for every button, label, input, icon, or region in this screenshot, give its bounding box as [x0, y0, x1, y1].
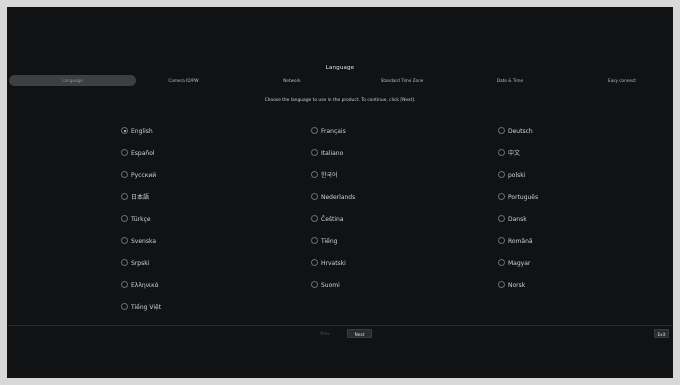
language-label: Italiano	[321, 150, 344, 157]
next-button[interactable]: Next	[347, 329, 372, 338]
language-option-turkish[interactable]: Türkçe	[121, 215, 151, 225]
language-label: Nederlands	[321, 194, 356, 201]
language-label: Русский	[131, 172, 157, 179]
language-option-russian[interactable]: Русский	[121, 171, 156, 181]
radio-icon	[498, 281, 505, 288]
radio-icon	[311, 281, 318, 288]
setup-wizard-screen: Language Language Camera ID/PW Network S…	[7, 7, 673, 378]
language-option-norwegian[interactable]: Norsk	[498, 281, 525, 291]
language-label: Română	[508, 238, 533, 245]
step-date-time[interactable]: Date & Time	[475, 75, 545, 86]
language-option-german[interactable]: Deutsch	[498, 127, 533, 137]
language-option-finnish[interactable]: Suomi	[311, 281, 340, 291]
language-option-danish[interactable]: Dansk	[498, 215, 527, 225]
radio-icon	[498, 237, 505, 244]
language-option-spanish[interactable]: Español	[121, 149, 155, 159]
radio-icon	[498, 171, 505, 178]
instruction-text: Choose the language to use in the produc…	[264, 98, 416, 103]
radio-selected-icon	[121, 127, 128, 134]
step-easy-connect[interactable]: Easy connect	[582, 75, 662, 86]
radio-icon	[311, 127, 318, 134]
language-label: Español	[131, 150, 155, 157]
radio-icon	[311, 215, 318, 222]
radio-icon	[498, 215, 505, 222]
language-option-swedish[interactable]: Svenska	[121, 237, 156, 247]
language-option-dutch[interactable]: Nederlands	[311, 193, 355, 203]
language-label: 中文	[508, 150, 521, 157]
radio-icon	[121, 259, 128, 266]
language-label: English	[131, 128, 153, 135]
language-label: Tiếng	[321, 238, 338, 245]
language-label: polski	[508, 172, 526, 179]
radio-icon	[498, 193, 505, 200]
footer-divider	[7, 325, 673, 326]
language-option-french[interactable]: Français	[311, 127, 346, 137]
radio-icon	[311, 237, 318, 244]
language-label: Srpski	[131, 260, 150, 267]
language-label: Türkçe	[131, 216, 151, 223]
radio-icon	[121, 281, 128, 288]
radio-icon	[498, 127, 505, 134]
language-option-czech[interactable]: Čeština	[311, 215, 344, 225]
language-option-japanese[interactable]: 日本語	[121, 193, 149, 203]
language-option-romanian[interactable]: Română	[498, 237, 533, 247]
language-option-italian[interactable]: Italiano	[311, 149, 343, 159]
radio-icon	[311, 193, 318, 200]
radio-icon	[311, 259, 318, 266]
language-label: 日本語	[131, 194, 150, 201]
language-label: 한국어	[321, 172, 338, 179]
language-option-serbian[interactable]: Srpski	[121, 259, 149, 269]
step-language[interactable]: Language	[9, 75, 136, 86]
radio-icon	[121, 171, 128, 178]
radio-icon	[121, 303, 128, 310]
previous-button[interactable]: Prev	[307, 329, 343, 338]
radio-icon	[121, 149, 128, 156]
radio-icon	[121, 215, 128, 222]
step-network[interactable]: Network	[257, 75, 327, 86]
language-option-croatian[interactable]: Hrvatski	[311, 259, 346, 269]
language-label: Čeština	[321, 216, 344, 223]
language-label: Magyar	[508, 260, 531, 267]
language-label: Dansk	[508, 216, 527, 223]
radio-icon	[311, 171, 318, 178]
radio-icon	[121, 237, 128, 244]
language-option-hungarian[interactable]: Magyar	[498, 259, 530, 269]
language-label: Norsk	[508, 282, 526, 289]
radio-icon	[498, 149, 505, 156]
radio-icon	[121, 193, 128, 200]
step-standard-time-zone[interactable]: Standard Time Zone	[352, 75, 452, 86]
language-label: Suomi	[321, 282, 340, 289]
language-option-chinese[interactable]: 中文	[498, 149, 520, 159]
language-option-portuguese[interactable]: Português	[498, 193, 538, 203]
language-label: Français	[321, 128, 346, 135]
radio-icon	[498, 259, 505, 266]
language-label: Svenska	[131, 238, 157, 245]
wizard-steps: Language Camera ID/PW Network Standard T…	[7, 75, 673, 86]
language-label: Ελληνικά	[131, 282, 159, 289]
language-option-polish[interactable]: polski	[498, 171, 525, 181]
language-option-vietnamese[interactable]: Tiếng Việt	[121, 303, 161, 313]
radio-icon	[311, 149, 318, 156]
language-label: Português	[508, 194, 539, 201]
language-label: Deutsch	[508, 128, 533, 135]
language-option-greek[interactable]: Ελληνικά	[121, 281, 159, 291]
language-label: Tiếng Việt	[131, 304, 162, 311]
page-title: Language	[325, 65, 355, 71]
exit-button[interactable]: Exit	[654, 329, 669, 338]
step-camera-id-pw[interactable]: Camera ID/PW	[142, 75, 225, 86]
language-option-english[interactable]: English	[121, 127, 153, 137]
language-option-korean[interactable]: 한국어	[311, 171, 338, 181]
language-option-tieng[interactable]: Tiếng	[311, 237, 337, 247]
language-label: Hrvatski	[321, 260, 346, 267]
